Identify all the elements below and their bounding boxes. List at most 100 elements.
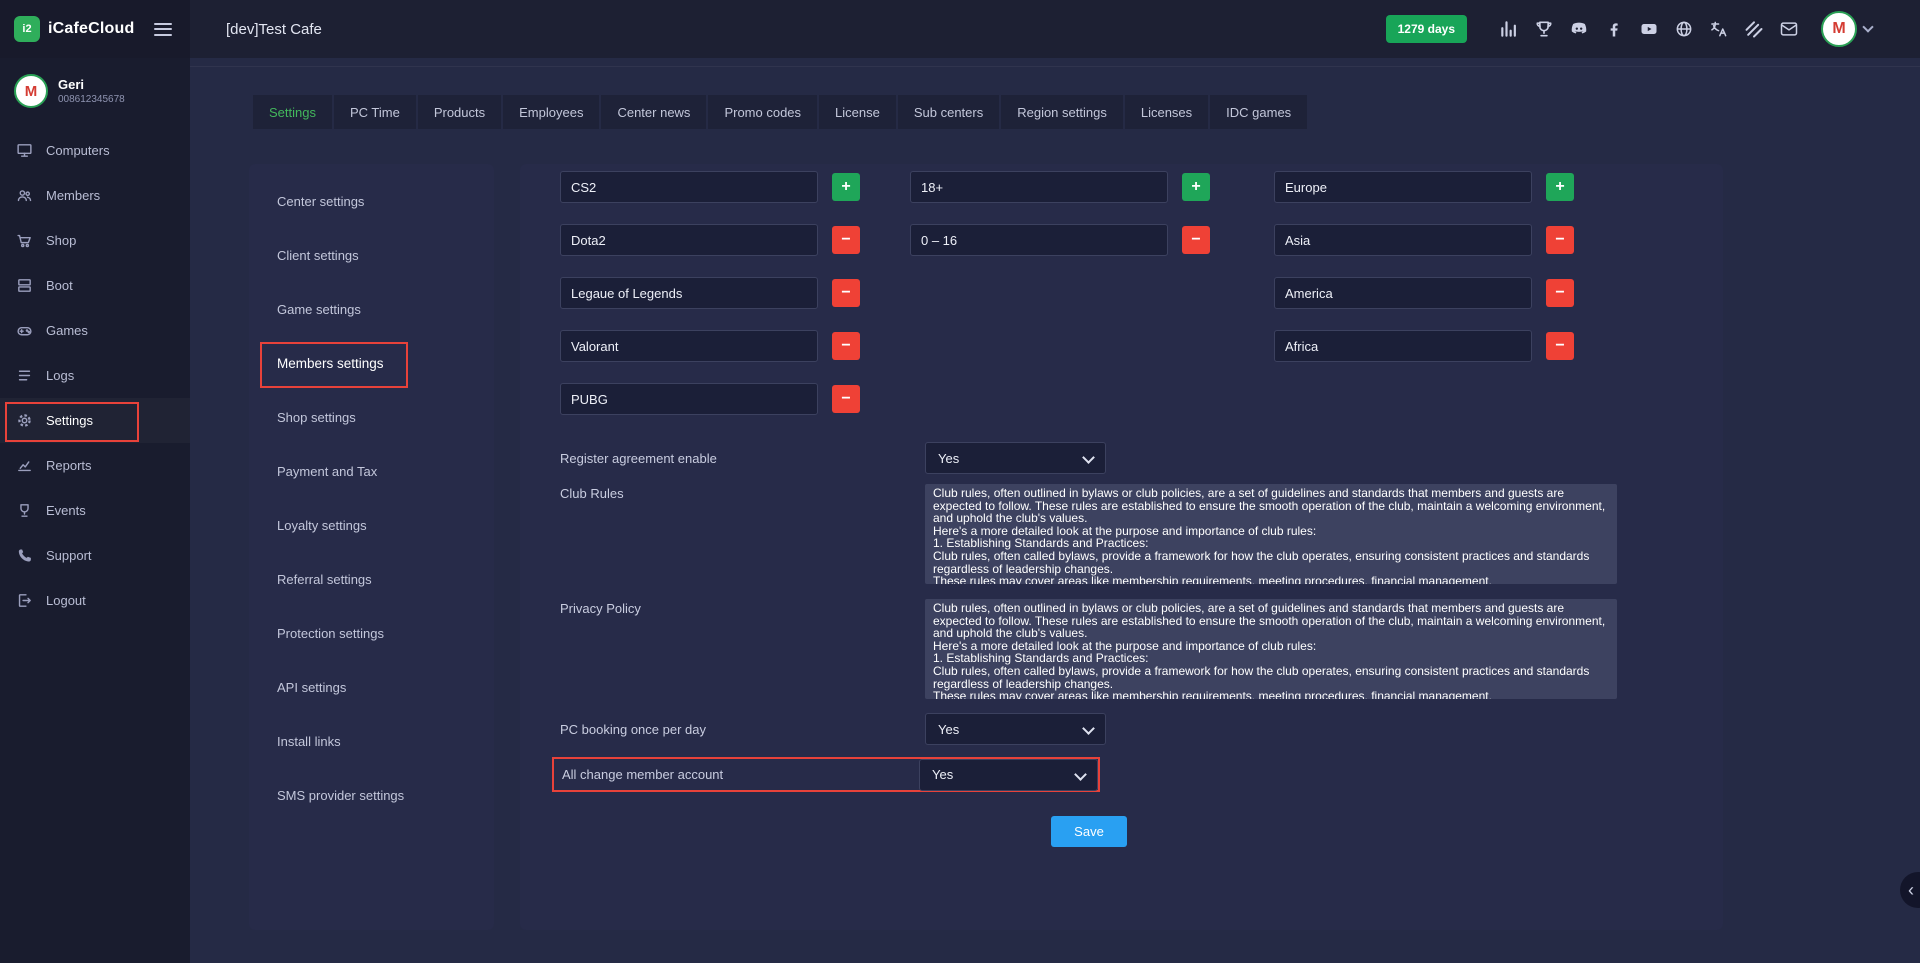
add-region-button[interactable]: + — [1546, 173, 1574, 201]
sidebar-item-logout[interactable]: Logout — [0, 578, 190, 623]
all-change-select[interactable]: Yes — [919, 759, 1098, 791]
pc-booking-label: PC booking once per day — [560, 722, 925, 737]
tab-region-settings[interactable]: Region settings — [1001, 95, 1123, 129]
sidebar-item-support[interactable]: Support — [0, 533, 190, 578]
brand-name: iCafeCloud — [48, 20, 134, 38]
tab-products[interactable]: Products — [418, 95, 501, 129]
remove-age-button[interactable]: − — [1182, 226, 1210, 254]
facebook-icon[interactable] — [1603, 18, 1625, 40]
remove-game-button[interactable]: − — [832, 226, 860, 254]
trophy-icon[interactable] — [1533, 18, 1555, 40]
sidebar-item-label: Support — [46, 548, 92, 563]
account-menu[interactable]: M — [1821, 11, 1872, 47]
user-id: 008612345678 — [58, 94, 125, 105]
list-item: − — [560, 224, 860, 256]
sidebar-item-settings[interactable]: Settings — [0, 398, 190, 443]
tab-center-news[interactable]: Center news — [601, 95, 706, 129]
brand[interactable]: i2 iCafeCloud — [0, 0, 190, 58]
discord-icon[interactable] — [1568, 18, 1590, 40]
user-card[interactable]: M Geri 008612345678 — [0, 58, 190, 122]
translate-icon[interactable] — [1708, 18, 1730, 40]
game-input-2[interactable] — [560, 277, 818, 309]
submenu-item-game-settings[interactable]: Game settings — [249, 282, 494, 336]
region-input-0[interactable] — [1274, 171, 1532, 203]
register-agreement-select[interactable]: Yes — [925, 442, 1106, 474]
submenu-item-members-settings[interactable]: Members settings — [249, 336, 494, 390]
game-input-3[interactable] — [560, 330, 818, 362]
youtube-icon[interactable] — [1638, 18, 1660, 40]
game-input-4[interactable] — [560, 383, 818, 415]
tab-promo-codes[interactable]: Promo codes — [708, 95, 817, 129]
age-input-1[interactable] — [910, 224, 1168, 256]
logout-icon — [16, 592, 33, 609]
region-input-2[interactable] — [1274, 277, 1532, 309]
region-input-3[interactable] — [1274, 330, 1532, 362]
submenu-item-payment-and-tax[interactable]: Payment and Tax — [249, 444, 494, 498]
privacy-policy-textarea[interactable]: Club rules, often outlined in bylaws or … — [925, 599, 1617, 699]
save-button[interactable]: Save — [1051, 816, 1127, 847]
app-window: i2 iCafeCloud [dev]Test Cafe 1279 days — [0, 0, 1920, 963]
game-input-1[interactable] — [560, 224, 818, 256]
submenu-item-protection-settings[interactable]: Protection settings — [249, 606, 494, 660]
submenu-item-shop-settings[interactable]: Shop settings — [249, 390, 494, 444]
main-content: Settings PC Time Products Employees Cent… — [190, 58, 1920, 963]
remove-region-button[interactable]: − — [1546, 332, 1574, 360]
license-days-badge[interactable]: 1279 days — [1386, 15, 1467, 43]
select-value: Yes — [932, 767, 953, 782]
logo-icon: i2 — [14, 16, 40, 42]
game-input-0[interactable] — [560, 171, 818, 203]
club-rules-row: Club Rules Club rules, often outlined in… — [560, 484, 1683, 584]
remove-game-button[interactable]: − — [832, 332, 860, 360]
remove-game-button[interactable]: − — [832, 385, 860, 413]
sidebar-item-reports[interactable]: Reports — [0, 443, 190, 488]
tab-license[interactable]: License — [819, 95, 896, 129]
sidebar-item-members[interactable]: Members — [0, 173, 190, 218]
tab-settings[interactable]: Settings — [253, 95, 332, 129]
sidebar-item-games[interactable]: Games — [0, 308, 190, 353]
pc-booking-row: PC booking once per day Yes — [560, 713, 1683, 745]
steam-icon[interactable] — [1743, 18, 1765, 40]
pc-booking-select[interactable]: Yes — [925, 713, 1106, 745]
layers-icon — [16, 277, 33, 294]
privacy-policy-label: Privacy Policy — [560, 599, 925, 616]
sidebar-item-logs[interactable]: Logs — [0, 353, 190, 398]
sidebar-item-shop[interactable]: Shop — [0, 218, 190, 263]
register-agreement-row: Register agreement enable Yes — [560, 442, 1683, 474]
submenu-item-install-links[interactable]: Install links — [249, 714, 494, 768]
tab-idc-games[interactable]: IDC games — [1210, 95, 1307, 129]
submenu-item-loyalty-settings[interactable]: Loyalty settings — [249, 498, 494, 552]
stats-icon[interactable] — [1498, 18, 1520, 40]
mail-icon[interactable] — [1778, 18, 1800, 40]
add-game-button[interactable]: + — [832, 173, 860, 201]
menu-icon[interactable] — [150, 15, 176, 43]
sidebar-item-label: Logout — [46, 593, 86, 608]
sidebar-item-label: Boot — [46, 278, 73, 293]
list-item: − — [1274, 277, 1574, 309]
sidebar-item-events[interactable]: Events — [0, 488, 190, 533]
add-age-button[interactable]: + — [1182, 173, 1210, 201]
header-divider — [190, 58, 1920, 67]
submenu-item-api-settings[interactable]: API settings — [249, 660, 494, 714]
tab-sub-centers[interactable]: Sub centers — [898, 95, 999, 129]
submenu-item-referral-settings[interactable]: Referral settings — [249, 552, 494, 606]
age-input-0[interactable] — [910, 171, 1168, 203]
tab-pc-time[interactable]: PC Time — [334, 95, 416, 129]
globe-icon[interactable] — [1673, 18, 1695, 40]
remove-region-button[interactable]: − — [1546, 279, 1574, 307]
chart-icon — [16, 457, 33, 474]
tab-licenses[interactable]: Licenses — [1125, 95, 1208, 129]
tab-employees[interactable]: Employees — [503, 95, 599, 129]
club-rules-textarea[interactable]: Club rules, often outlined in bylaws or … — [925, 484, 1617, 584]
remove-region-button[interactable]: − — [1546, 226, 1574, 254]
sidebar-item-computers[interactable]: Computers — [0, 128, 190, 173]
remove-game-button[interactable]: − — [832, 279, 860, 307]
sidebar: M Geri 008612345678 Computers Members Sh… — [0, 58, 190, 963]
all-change-member-account-row: All change member account Yes — [552, 757, 1100, 792]
submenu-item-center-settings[interactable]: Center settings — [249, 174, 494, 228]
phone-icon — [16, 547, 33, 564]
region-input-1[interactable] — [1274, 224, 1532, 256]
submenu-item-sms-provider-settings[interactable]: SMS provider settings — [249, 768, 494, 822]
submenu-item-client-settings[interactable]: Client settings — [249, 228, 494, 282]
sidebar-item-boot[interactable]: Boot — [0, 263, 190, 308]
list-item: + — [910, 171, 1210, 203]
